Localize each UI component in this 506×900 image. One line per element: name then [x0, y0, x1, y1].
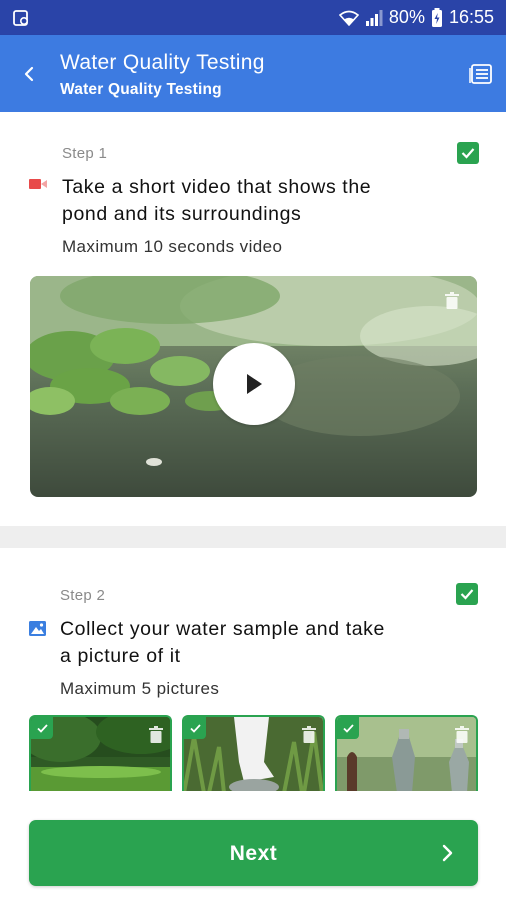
photo-thumbnail[interactable]	[182, 715, 325, 791]
signal-icon	[365, 9, 383, 26]
check-icon	[36, 723, 48, 733]
photo-selected-badge	[184, 717, 206, 739]
screenshot-notification-icon	[13, 10, 29, 26]
check-icon	[460, 589, 474, 600]
step-complete-checkbox[interactable]	[457, 142, 479, 164]
page-title: Water Quality Testing	[60, 51, 265, 74]
battery-icon	[431, 7, 442, 27]
play-icon	[247, 374, 262, 394]
step-description: Maximum 10 seconds video	[62, 237, 283, 256]
clock-time: 16:55	[448, 7, 494, 27]
step-complete-checkbox[interactable]	[456, 583, 478, 605]
photo-selected-badge	[337, 717, 359, 739]
step-label: Step 2	[60, 587, 106, 604]
list-view-icon[interactable]	[468, 61, 494, 87]
wifi-icon	[338, 10, 359, 26]
page-subtitle: Water Quality Testing	[60, 81, 222, 98]
check-icon	[189, 723, 201, 733]
step-title-line: Take a short video that shows the	[62, 176, 372, 198]
play-button[interactable]	[213, 343, 295, 425]
check-icon	[461, 148, 475, 159]
next-button[interactable]: Next	[29, 820, 478, 886]
back-button[interactable]	[14, 59, 44, 89]
status-bar: 80% 16:55	[0, 0, 506, 35]
image-icon	[29, 621, 46, 636]
trash-icon[interactable]	[444, 292, 460, 310]
check-icon	[342, 723, 354, 733]
step-label: Step 1	[62, 145, 108, 162]
chevron-right-icon	[442, 844, 453, 862]
photo-thumbnail[interactable]	[335, 715, 478, 791]
app-bar: Water Quality Testing Water Quality Test…	[0, 35, 506, 112]
trash-icon[interactable]	[301, 726, 317, 744]
step-card-1: Step 1 Take a short video that shows the…	[0, 112, 506, 526]
arrow-left-icon	[24, 66, 34, 82]
photo-thumbnail[interactable]	[29, 715, 172, 791]
step-title-line: a picture of it	[60, 645, 181, 667]
section-divider	[0, 526, 506, 548]
step-title: Collect your water sample and take a pic…	[60, 616, 385, 670]
step-title-line: pond and its surroundings	[62, 203, 302, 225]
pond-video-thumbnail[interactable]	[30, 276, 477, 497]
step-title-line: Collect your water sample and take	[60, 618, 385, 640]
photo-selected-badge	[31, 717, 53, 739]
trash-icon[interactable]	[454, 726, 470, 744]
trash-icon[interactable]	[148, 726, 164, 744]
step-description: Maximum 5 pictures	[60, 679, 220, 698]
step-title: Take a short video that shows the pond a…	[62, 174, 371, 228]
video-camera-icon	[29, 179, 47, 189]
battery-percent: 80%	[388, 7, 425, 27]
next-button-label: Next	[229, 842, 278, 865]
